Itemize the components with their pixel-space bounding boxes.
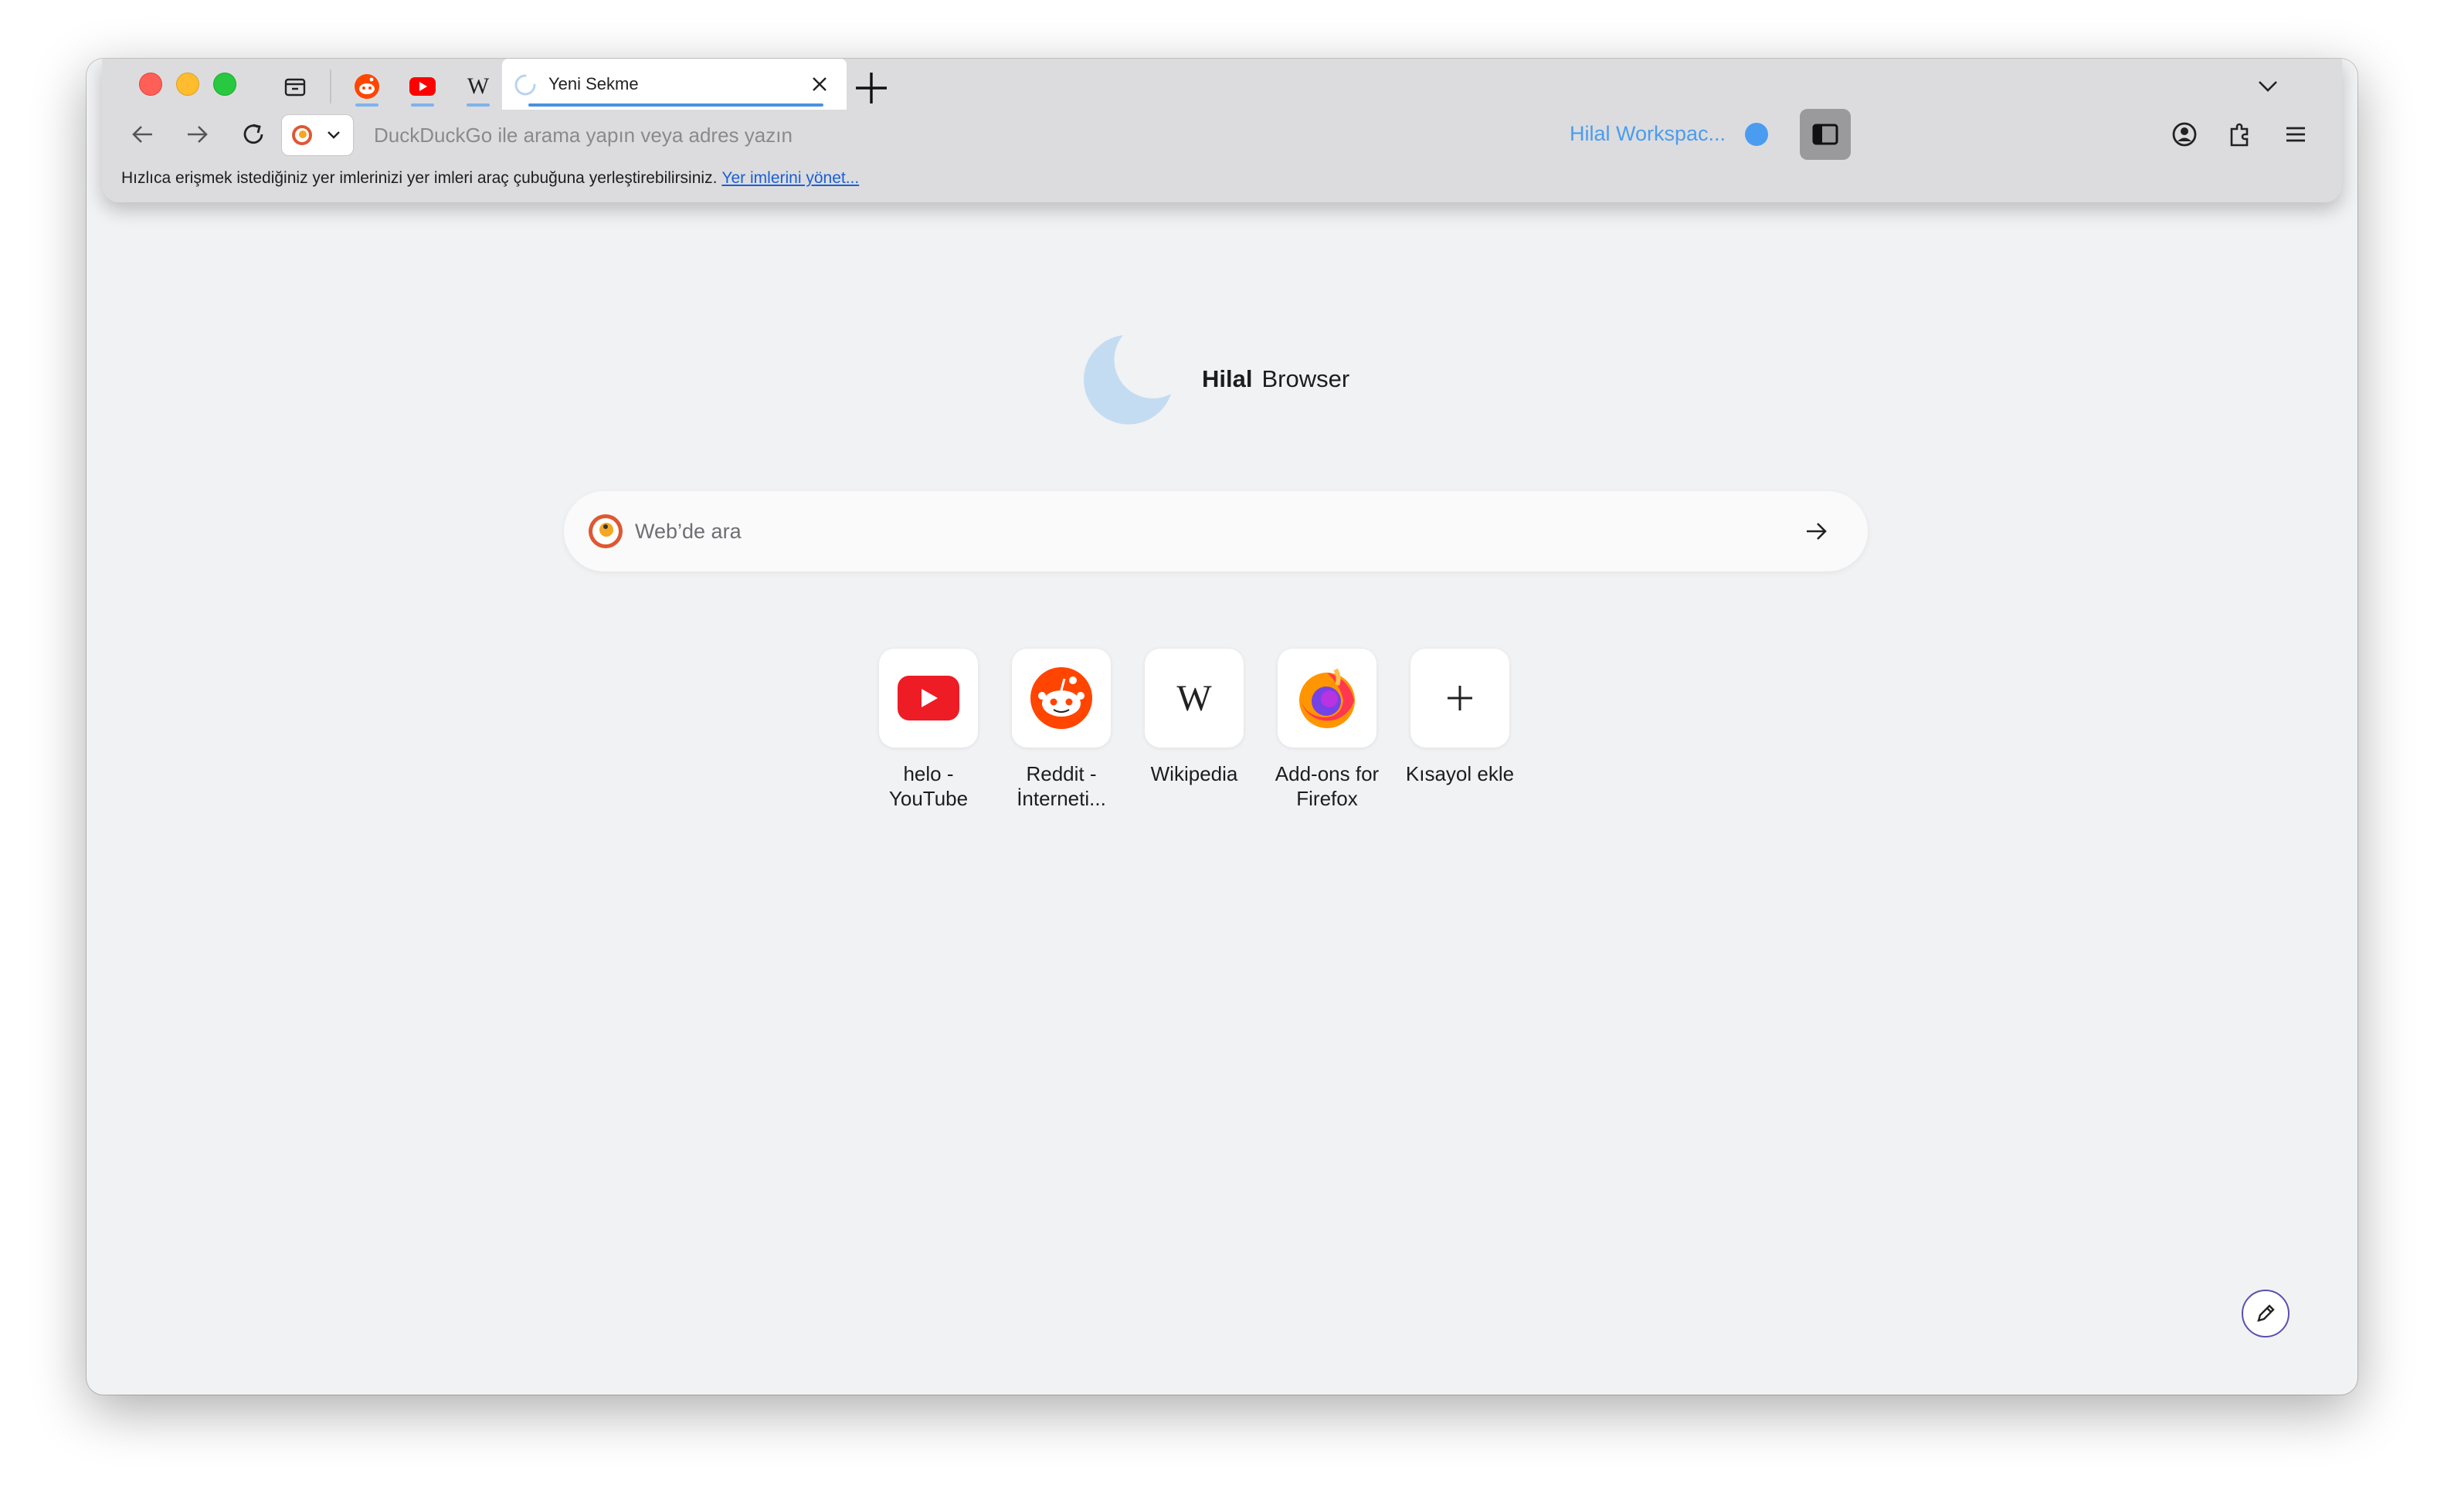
brand-title: Hilal Browser — [1202, 365, 1349, 393]
reddit-icon — [1030, 667, 1092, 729]
shortcut-label: Wikipedia — [1150, 762, 1238, 785]
tab-divider — [330, 69, 331, 103]
close-tab-icon[interactable] — [806, 71, 833, 97]
web-search-box[interactable]: Web’de ara — [564, 491, 1868, 571]
window-controls — [139, 73, 236, 96]
browser-window: W Yeni Sekme DuckDuckGo ile arama yapın … — [87, 59, 2357, 1395]
shortcut-tile[interactable] — [1012, 649, 1111, 748]
close-window-button[interactable] — [139, 73, 162, 96]
extensions-button[interactable] — [2222, 116, 2259, 153]
arrow-left-icon — [132, 126, 152, 143]
shortcut-label: helo - YouTube — [888, 762, 969, 810]
shortcut-add[interactable]: Kısayol ekle — [1393, 649, 1526, 786]
account-button[interactable] — [2166, 116, 2203, 153]
pinned-tab-youtube[interactable] — [405, 68, 440, 107]
workspace-indicator-icon[interactable] — [1745, 123, 1768, 146]
customize-page-button[interactable] — [2242, 1290, 2290, 1337]
new-tab-button[interactable] — [850, 66, 893, 110]
bookmarks-toolbar-hint: Hızlıca erişmek istediğiniz yer imlerini… — [121, 169, 859, 188]
loading-spinner-icon — [514, 74, 536, 96]
sidebar-toggle-button[interactable] — [1800, 109, 1851, 160]
add-shortcut-button[interactable] — [1410, 649, 1509, 748]
address-bar-input[interactable]: DuckDuckGo ile arama yapın veya adres ya… — [374, 124, 793, 147]
account-icon — [2172, 122, 2197, 147]
duckduckgo-icon — [589, 514, 623, 548]
pinned-tab-reddit[interactable] — [349, 68, 385, 107]
duckduckgo-icon — [292, 125, 312, 145]
wikipedia-icon: W — [467, 73, 490, 99]
brand-rest: Browser — [1261, 365, 1350, 392]
bookmarks-hint-text: Hızlıca erişmek istediğiniz yer imlerini… — [121, 169, 718, 187]
browser-chrome: W Yeni Sekme DuckDuckGo ile arama yapın … — [102, 59, 2342, 202]
chevron-down-icon — [328, 131, 340, 139]
shortcut-label: Add-ons for Firefox — [1275, 762, 1380, 810]
hilal-logo-icon — [1084, 335, 1171, 425]
reload-button[interactable] — [235, 116, 272, 153]
workspace-label[interactable]: Hilal Workspac... — [1570, 122, 1726, 146]
shortcut-tile[interactable] — [879, 649, 978, 748]
shortcut-tile[interactable] — [1278, 649, 1376, 748]
shortcut-label: Kısayol ekle — [1405, 762, 1515, 785]
arrow-right-icon — [1807, 523, 1827, 540]
tab-underline — [528, 103, 823, 107]
shortcut-firefox-addons[interactable]: Add-ons for Firefox — [1261, 649, 1393, 811]
sidebar-icon — [1812, 124, 1838, 145]
minimize-window-button[interactable] — [176, 73, 199, 96]
puzzle-icon — [2230, 123, 2249, 147]
manage-bookmarks-link[interactable]: Yer imlerini yönet... — [721, 169, 859, 187]
shortcut-label: Reddit - İnterneti... — [1017, 762, 1106, 810]
tab-title: Yeni Sekme — [548, 74, 639, 93]
app-menu-button[interactable] — [2277, 116, 2314, 153]
wikipedia-icon: W — [1176, 677, 1212, 719]
plus-icon — [856, 73, 887, 103]
shortcut-youtube[interactable]: helo - YouTube — [862, 649, 995, 811]
shortcut-wikipedia[interactable]: W Wikipedia — [1128, 649, 1261, 786]
youtube-icon — [898, 676, 959, 720]
plus-icon — [1448, 686, 1472, 710]
web-search-input[interactable]: Web’de ara — [635, 520, 742, 544]
firefox-icon — [1299, 668, 1355, 728]
hamburger-menu-icon — [2286, 127, 2305, 142]
forward-button[interactable] — [179, 116, 216, 153]
search-submit-button[interactable] — [1800, 514, 1834, 548]
reddit-icon — [355, 74, 379, 99]
back-button[interactable] — [124, 116, 161, 153]
zoom-window-button[interactable] — [213, 73, 236, 96]
tab-active[interactable]: Yeni Sekme — [502, 59, 847, 110]
brand-bold: Hilal — [1202, 365, 1253, 392]
youtube-icon — [409, 77, 436, 96]
reload-icon — [243, 124, 263, 144]
tab-overview-icon[interactable] — [277, 68, 314, 105]
pencil-icon — [2257, 1304, 2275, 1322]
shortcut-tile[interactable]: W — [1145, 649, 1244, 748]
search-engine-selector[interactable] — [281, 114, 354, 156]
pinned-tab-wikipedia[interactable]: W — [460, 68, 496, 107]
shortcut-reddit[interactable]: Reddit - İnterneti... — [995, 649, 1128, 811]
arrow-right-icon — [188, 126, 208, 143]
tab-list-chevron-down-icon[interactable] — [2249, 68, 2286, 105]
